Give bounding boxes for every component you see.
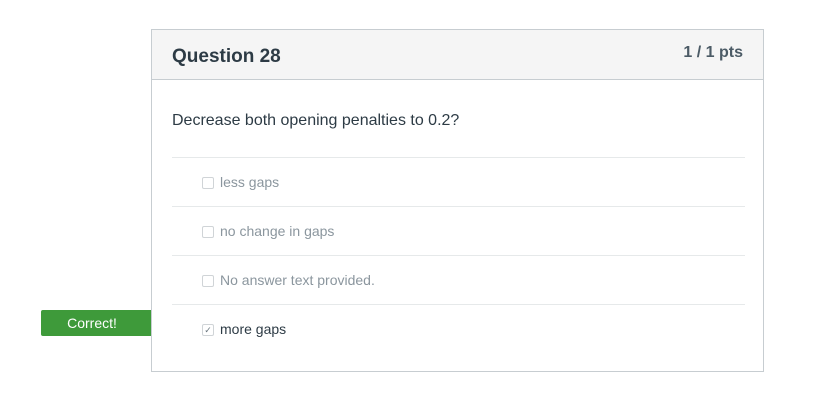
question-header: Question 28 1 / 1 pts (152, 30, 763, 80)
question-text: Decrease both opening penalties to 0.2? (172, 112, 460, 129)
answer-label: No answer text provided. (220, 272, 375, 288)
correct-answer-flag: Correct! (41, 310, 166, 336)
answer-option-no-change-in-gaps[interactable]: no change in gaps (172, 207, 745, 256)
checkbox-icon[interactable] (202, 226, 214, 238)
question-title: Question 28 (172, 46, 281, 67)
quiz-page: Correct! Question 28 1 / 1 pts Decrease … (0, 0, 813, 411)
checkbox-icon[interactable] (202, 275, 214, 287)
question-points: 1 / 1 pts (683, 44, 743, 61)
answer-list: less gaps no change in gaps No answer te… (172, 157, 745, 353)
answer-option-less-gaps[interactable]: less gaps (172, 158, 745, 207)
checked-checkbox-icon[interactable]: ✓ (202, 324, 214, 336)
answer-label: more gaps (220, 321, 287, 337)
answer-label: less gaps (220, 174, 280, 190)
checkbox-icon[interactable] (202, 177, 214, 189)
answer-option-no-answer-text[interactable]: No answer text provided. (172, 256, 745, 305)
answer-option-more-gaps[interactable]: ✓ more gaps (172, 305, 745, 353)
question-card: Question 28 1 / 1 pts Decrease both open… (151, 29, 764, 372)
answer-label: no change in gaps (220, 223, 335, 239)
